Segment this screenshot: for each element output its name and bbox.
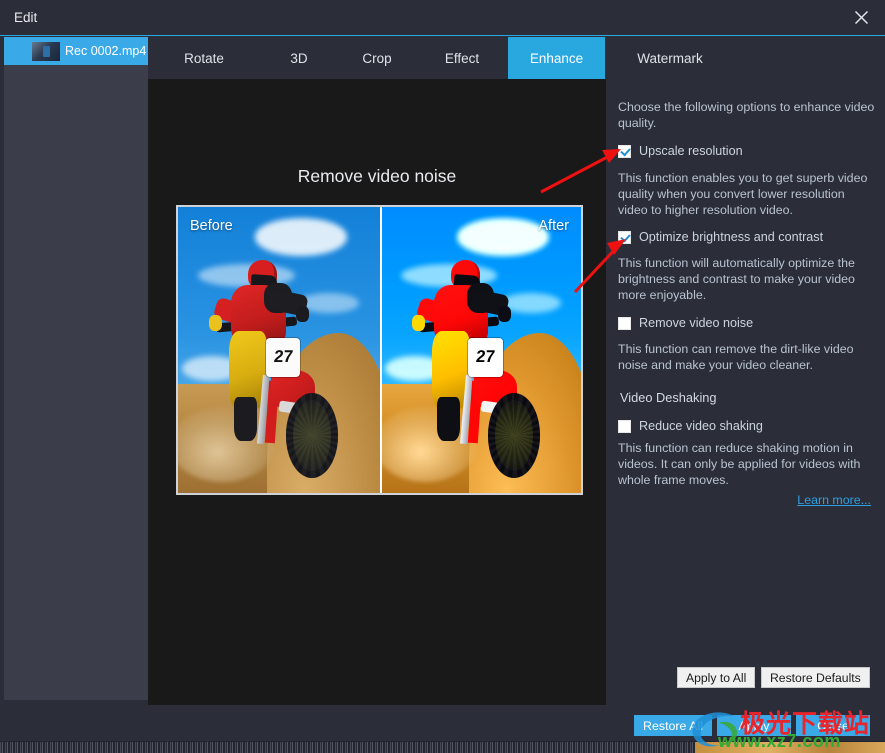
before-image: 27 Before	[178, 207, 380, 493]
rider-right-glove	[296, 305, 310, 322]
tab-rotate[interactable]: Rotate	[148, 37, 260, 79]
tab-effect[interactable]: Effect	[416, 37, 508, 79]
remove-noise-description: This function can remove the dirt-like v…	[618, 342, 854, 372]
plate-number: 27	[475, 347, 497, 367]
preview-panel: Remove video noise 27 Before 27 After	[148, 79, 606, 705]
dialog-title: Edit	[14, 10, 38, 25]
reduce-shaking-description: This function can reduce shaking motion …	[618, 441, 861, 487]
before-label: Before	[190, 218, 233, 234]
background-timeline-band	[0, 740, 885, 753]
video-thumbnail-strip	[695, 742, 885, 753]
restore-defaults-button[interactable]: Restore Defaults	[761, 667, 870, 688]
restore-all-button[interactable]: Restore All	[634, 715, 712, 736]
options-intro-text: Choose the following options to enhance …	[618, 100, 875, 130]
tab-enhance[interactable]: Enhance	[508, 37, 605, 79]
motocross-rider: 27	[206, 256, 351, 485]
video-deshaking-section-label: Video Deshaking	[620, 390, 717, 405]
checkbox-reduce-video-shaking[interactable]: Reduce video shaking	[618, 417, 876, 435]
tab-watermark[interactable]: Watermark	[605, 37, 735, 79]
bike-rear-wheel	[285, 392, 339, 478]
checkbox-label: Optimize brightness and contrast	[639, 230, 824, 244]
tab-strip: Rotate 3D Crop Effect Enhance Watermark	[148, 37, 885, 79]
after-image: 27 After	[379, 207, 581, 493]
optimize-brightness-description: This function will automatically optimiz…	[618, 256, 855, 302]
checkbox-remove-video-noise[interactable]: Remove video noise	[618, 314, 876, 332]
file-name-label: Rec 0002.mp4	[65, 44, 147, 58]
checkbox-label: Upscale resolution	[639, 144, 743, 158]
motocross-illustration-before: 27	[178, 207, 380, 493]
cloud-icon	[254, 218, 348, 256]
preview-title: Remove video noise	[297, 166, 457, 186]
checkbox-optimize-brightness-contrast[interactable]: Optimize brightness and contrast	[618, 228, 876, 246]
upscale-resolution-description: This function enables you to get superb …	[618, 171, 868, 217]
close-button[interactable]: Close	[796, 715, 870, 736]
file-list-panel: Rec 0002.mp4	[4, 37, 148, 700]
apply-button[interactable]: Apply	[717, 715, 791, 736]
dialog-footer: Restore All Apply Close	[0, 705, 885, 741]
checkbox-checked-icon[interactable]	[618, 144, 631, 158]
before-after-comparison: 27 Before 27 After	[176, 205, 583, 495]
video-thumbnail-icon	[32, 41, 60, 61]
tab-3d[interactable]: 3D	[260, 37, 338, 79]
rider-right-glove	[498, 305, 512, 322]
rider-boot	[436, 397, 460, 441]
checkbox-checked-icon[interactable]	[618, 230, 631, 244]
apply-to-all-button[interactable]: Apply to All	[677, 667, 756, 688]
bike-number-plate: 27	[265, 337, 301, 377]
plate-number: 27	[272, 347, 294, 367]
rider-left-glove	[209, 315, 223, 332]
edit-dialog: Edit Rec 0002.mp4 Rotate 3D Crop Effect …	[0, 0, 885, 741]
checkbox-upscale-resolution[interactable]: Upscale resolution	[618, 142, 876, 160]
cloud-icon	[457, 218, 550, 256]
enhance-options-panel: Choose the following options to enhance …	[606, 79, 885, 705]
checkbox-unchecked-icon[interactable]	[618, 316, 631, 330]
dialog-title-bar: Edit	[0, 0, 885, 36]
checkbox-label: Reduce video shaking	[639, 419, 763, 433]
learn-more-link[interactable]: Learn more...	[797, 493, 871, 507]
bike-rear-wheel	[488, 392, 541, 478]
checkbox-label: Remove video noise	[639, 316, 754, 330]
tab-crop[interactable]: Crop	[338, 37, 416, 79]
motocross-rider: 27	[409, 256, 553, 485]
motocross-illustration-after: 27	[381, 207, 581, 493]
bike-number-plate: 27	[468, 337, 503, 377]
after-label: After	[538, 218, 569, 234]
rider-left-glove	[412, 315, 426, 332]
rider-boot	[233, 397, 257, 441]
checkbox-unchecked-icon[interactable]	[618, 419, 631, 433]
close-icon[interactable]	[837, 0, 885, 35]
list-item[interactable]: Rec 0002.mp4	[4, 37, 148, 65]
